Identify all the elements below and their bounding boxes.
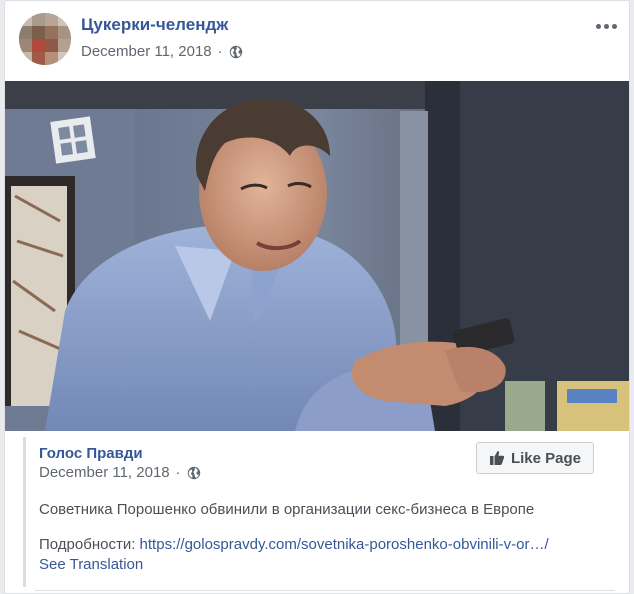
more-options-icon[interactable] (593, 15, 619, 37)
shared-post-meta: December 11, 2018 · (39, 464, 201, 481)
page-name-link[interactable]: Цукерки-челендж (81, 15, 228, 35)
page-avatar[interactable] (19, 13, 71, 65)
like-page-label: Like Page (510, 449, 582, 467)
details-label: Подробности: (39, 536, 140, 553)
meta-separator: · (217, 43, 223, 60)
post-header: Цукерки-челендж December 11, 2018 · (5, 1, 629, 81)
shared-meta-separator: · (175, 464, 181, 481)
like-page-button[interactable]: Like Page (476, 442, 594, 474)
shared-page-name-link[interactable]: Голос Правди (39, 445, 143, 462)
divider (35, 590, 615, 591)
post-date[interactable]: December 11, 2018 (81, 43, 212, 60)
globe-icon (229, 45, 243, 59)
details-link[interactable]: https://golospravdy.com/sovetnika-porosh… (140, 536, 549, 553)
globe-icon (187, 466, 201, 480)
see-translation-link[interactable]: See Translation (39, 556, 143, 573)
shared-post-text: Советника Порошенко обвинили в организац… (39, 501, 535, 518)
shared-post: Голос Правди December 11, 2018 · Like Pa… (23, 437, 615, 587)
shared-post-date[interactable]: December 11, 2018 (39, 464, 170, 481)
post-meta: December 11, 2018 · (81, 43, 243, 60)
details-line: Подробности: https://golospravdy.com/sov… (39, 536, 549, 553)
post-photo[interactable] (5, 81, 629, 431)
thumbs-up-icon (489, 450, 505, 466)
post-card: Цукерки-челендж December 11, 2018 · Голо… (4, 0, 630, 594)
